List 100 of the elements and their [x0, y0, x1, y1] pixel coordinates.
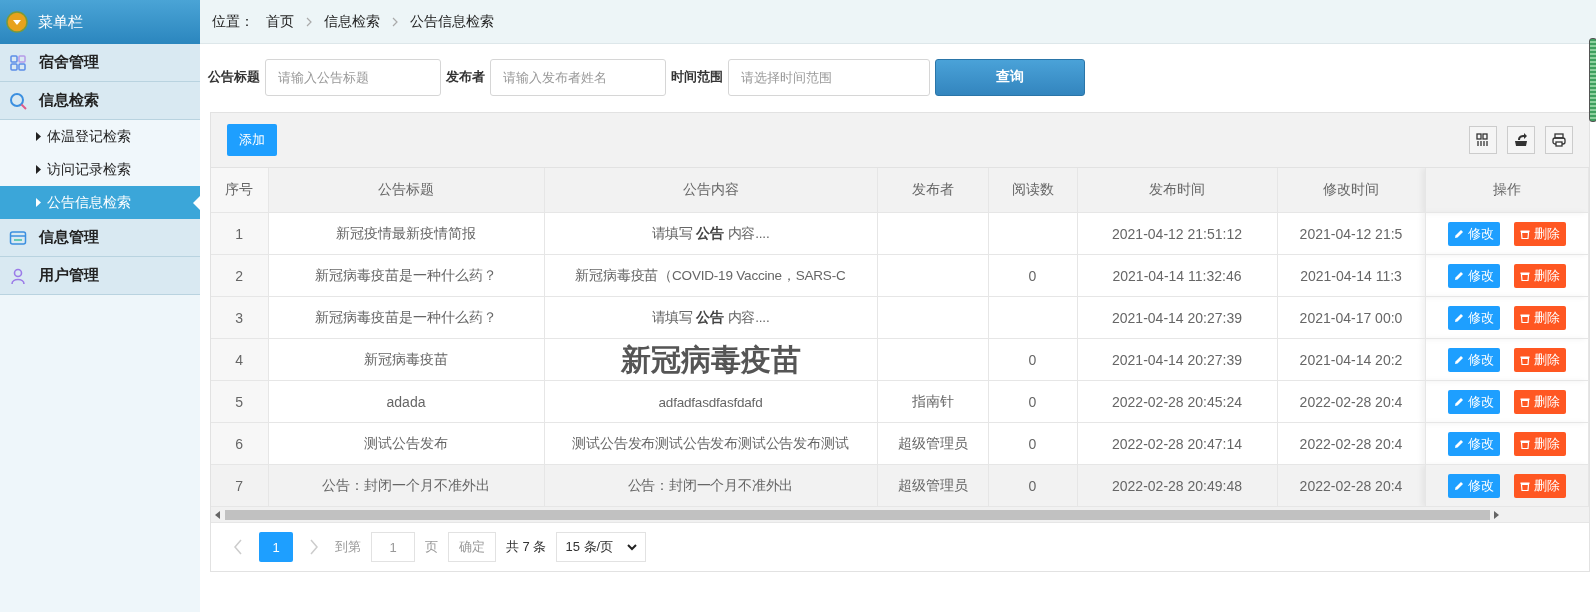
table-cell: 2021-04-14 11:32:46	[1112, 267, 1242, 284]
filter-label: 发布者	[446, 68, 485, 86]
table-cell: 0	[1028, 267, 1037, 284]
breadcrumb-link[interactable]: 首页	[266, 12, 294, 31]
trash-icon	[1519, 270, 1530, 281]
confirm-button[interactable]: 确定	[448, 532, 496, 562]
table-cell: 公告：封闭一个月不准外出	[627, 477, 794, 493]
column-header: 序号	[211, 168, 268, 213]
sidebar-item[interactable]: 信息管理	[0, 219, 200, 257]
pencil-icon	[1453, 438, 1464, 449]
triangle-icon	[36, 132, 41, 141]
table-cell: 新冠病毒疫苗	[620, 342, 801, 376]
table-cell: 2021-04-12 21:5	[1299, 225, 1403, 242]
triangle-icon	[36, 165, 41, 174]
input-field[interactable]: 请选择时间范围	[728, 58, 930, 96]
pencil-icon	[1453, 396, 1464, 407]
breadcrumb-link[interactable]: 公告信息检索	[410, 12, 494, 31]
pencil-icon	[1453, 480, 1464, 491]
table-cell: 2022-02-28 20:4	[1299, 393, 1403, 410]
edit-button[interactable]: 修改	[1447, 473, 1500, 498]
table-cell: 2022-02-28 20:47:14	[1112, 435, 1242, 452]
edit-button[interactable]: 修改	[1447, 305, 1500, 330]
columns-icon	[1475, 133, 1490, 147]
table-cell: 6	[235, 435, 244, 452]
table-cell: 2	[235, 267, 244, 284]
delete-button[interactable]: 删除	[1513, 347, 1566, 372]
table-cell: 新冠病毒疫苗（COVID-19 Vaccine，SARS-C	[575, 267, 846, 283]
page-button[interactable]: 1	[259, 532, 293, 562]
grid-icon	[9, 53, 27, 72]
add-button[interactable]: 添加	[227, 124, 277, 156]
chevron-icon	[392, 16, 398, 27]
search-icon	[9, 91, 27, 110]
sidebar-item[interactable]: 信息检索	[0, 82, 200, 120]
trash-icon	[1519, 228, 1530, 239]
scroll-left-icon	[215, 510, 221, 519]
table-cell: 7	[235, 477, 244, 494]
delete-button[interactable]: 删除	[1513, 305, 1566, 330]
sidebar-item[interactable]: 用户管理	[0, 257, 200, 295]
table-cell: 2021-04-12 21:51:12	[1112, 225, 1242, 242]
search-button[interactable]: 查询	[935, 58, 1085, 96]
pencil-icon	[1453, 270, 1464, 281]
table-cell: 2021-04-14 20:27:39	[1112, 351, 1242, 368]
delete-button[interactable]: 删除	[1513, 221, 1566, 246]
edit-button[interactable]: 修改	[1447, 389, 1500, 414]
edit-button[interactable]: 修改	[1447, 221, 1500, 246]
table-cell: 5	[235, 393, 244, 410]
table-cell: 2021-04-14 11:3	[1300, 267, 1402, 284]
trash-icon	[1519, 480, 1530, 491]
table-cell: 4	[235, 351, 244, 368]
table-cell: 测试公告发布	[364, 434, 448, 451]
horizontal-scrollbar[interactable]	[211, 507, 1589, 522]
edit-button[interactable]: 修改	[1447, 347, 1500, 372]
chevron-down-icon	[627, 543, 638, 551]
next-page-icon	[309, 539, 319, 555]
scrollbar-thumb[interactable]	[225, 509, 1490, 520]
menu-title: 菜单栏	[38, 12, 83, 32]
chevron-icon	[306, 16, 312, 27]
print-icon	[1551, 133, 1566, 147]
column-header: 阅读数	[988, 168, 1077, 213]
table-cell: 0	[1028, 477, 1037, 494]
page-input[interactable]: 1	[371, 532, 415, 562]
breadcrumb-link[interactable]: 信息检索	[324, 12, 380, 31]
page-size-select[interactable]: 15 条/页	[556, 532, 647, 562]
input-field[interactable]: 请输入发布者姓名	[490, 58, 666, 96]
input-field[interactable]: 请输入公告标题	[265, 58, 441, 96]
export-button[interactable]	[1506, 126, 1535, 154]
column-header: 公告内容	[544, 168, 877, 213]
filter-label: 公告标题	[208, 68, 260, 86]
table-cell: 新冠疫情最新疫情简报	[336, 224, 476, 241]
previous-page-icon	[233, 539, 243, 555]
card-icon	[9, 228, 27, 247]
table-cell: 指南针	[911, 392, 954, 409]
table-cell: 新冠病毒疫苗是一种什么药？	[315, 308, 497, 325]
column-header: 发布者	[877, 168, 988, 213]
trash-icon	[1519, 438, 1530, 449]
user-icon	[9, 266, 27, 285]
print-button[interactable]	[1544, 126, 1573, 154]
sidebar-item[interactable]: 宿舍管理	[0, 44, 200, 82]
triangle-icon	[36, 198, 41, 207]
columns-button[interactable]	[1468, 126, 1497, 154]
delete-button[interactable]: 删除	[1513, 473, 1566, 498]
table-cell: adfadfasdfasfdafd	[658, 394, 763, 410]
pencil-icon	[1453, 354, 1464, 365]
table-cell: 2021-04-17 00:0	[1299, 309, 1403, 326]
delete-button[interactable]: 删除	[1513, 263, 1566, 288]
table-cell: 2021-04-14 20:27:39	[1112, 309, 1242, 326]
table-cell: 2022-02-28 20:49:48	[1112, 477, 1242, 494]
delete-button[interactable]: 删除	[1513, 431, 1566, 456]
total-count: 共 7 条	[506, 538, 547, 556]
sidebar-subitem[interactable]: 公告信息检索	[0, 186, 200, 219]
table-cell: 0	[1028, 435, 1037, 452]
table-cell: 超级管理员	[897, 434, 968, 451]
column-header: 修改时间	[1277, 168, 1425, 213]
edit-button[interactable]: 修改	[1447, 431, 1500, 456]
page-unit-label: 页	[425, 538, 438, 556]
column-header: 公告标题	[268, 168, 544, 213]
scrollbar-thumb[interactable]	[1588, 38, 1596, 122]
goto-label: 到第	[335, 538, 361, 556]
delete-button[interactable]: 删除	[1513, 389, 1566, 414]
edit-button[interactable]: 修改	[1447, 263, 1500, 288]
